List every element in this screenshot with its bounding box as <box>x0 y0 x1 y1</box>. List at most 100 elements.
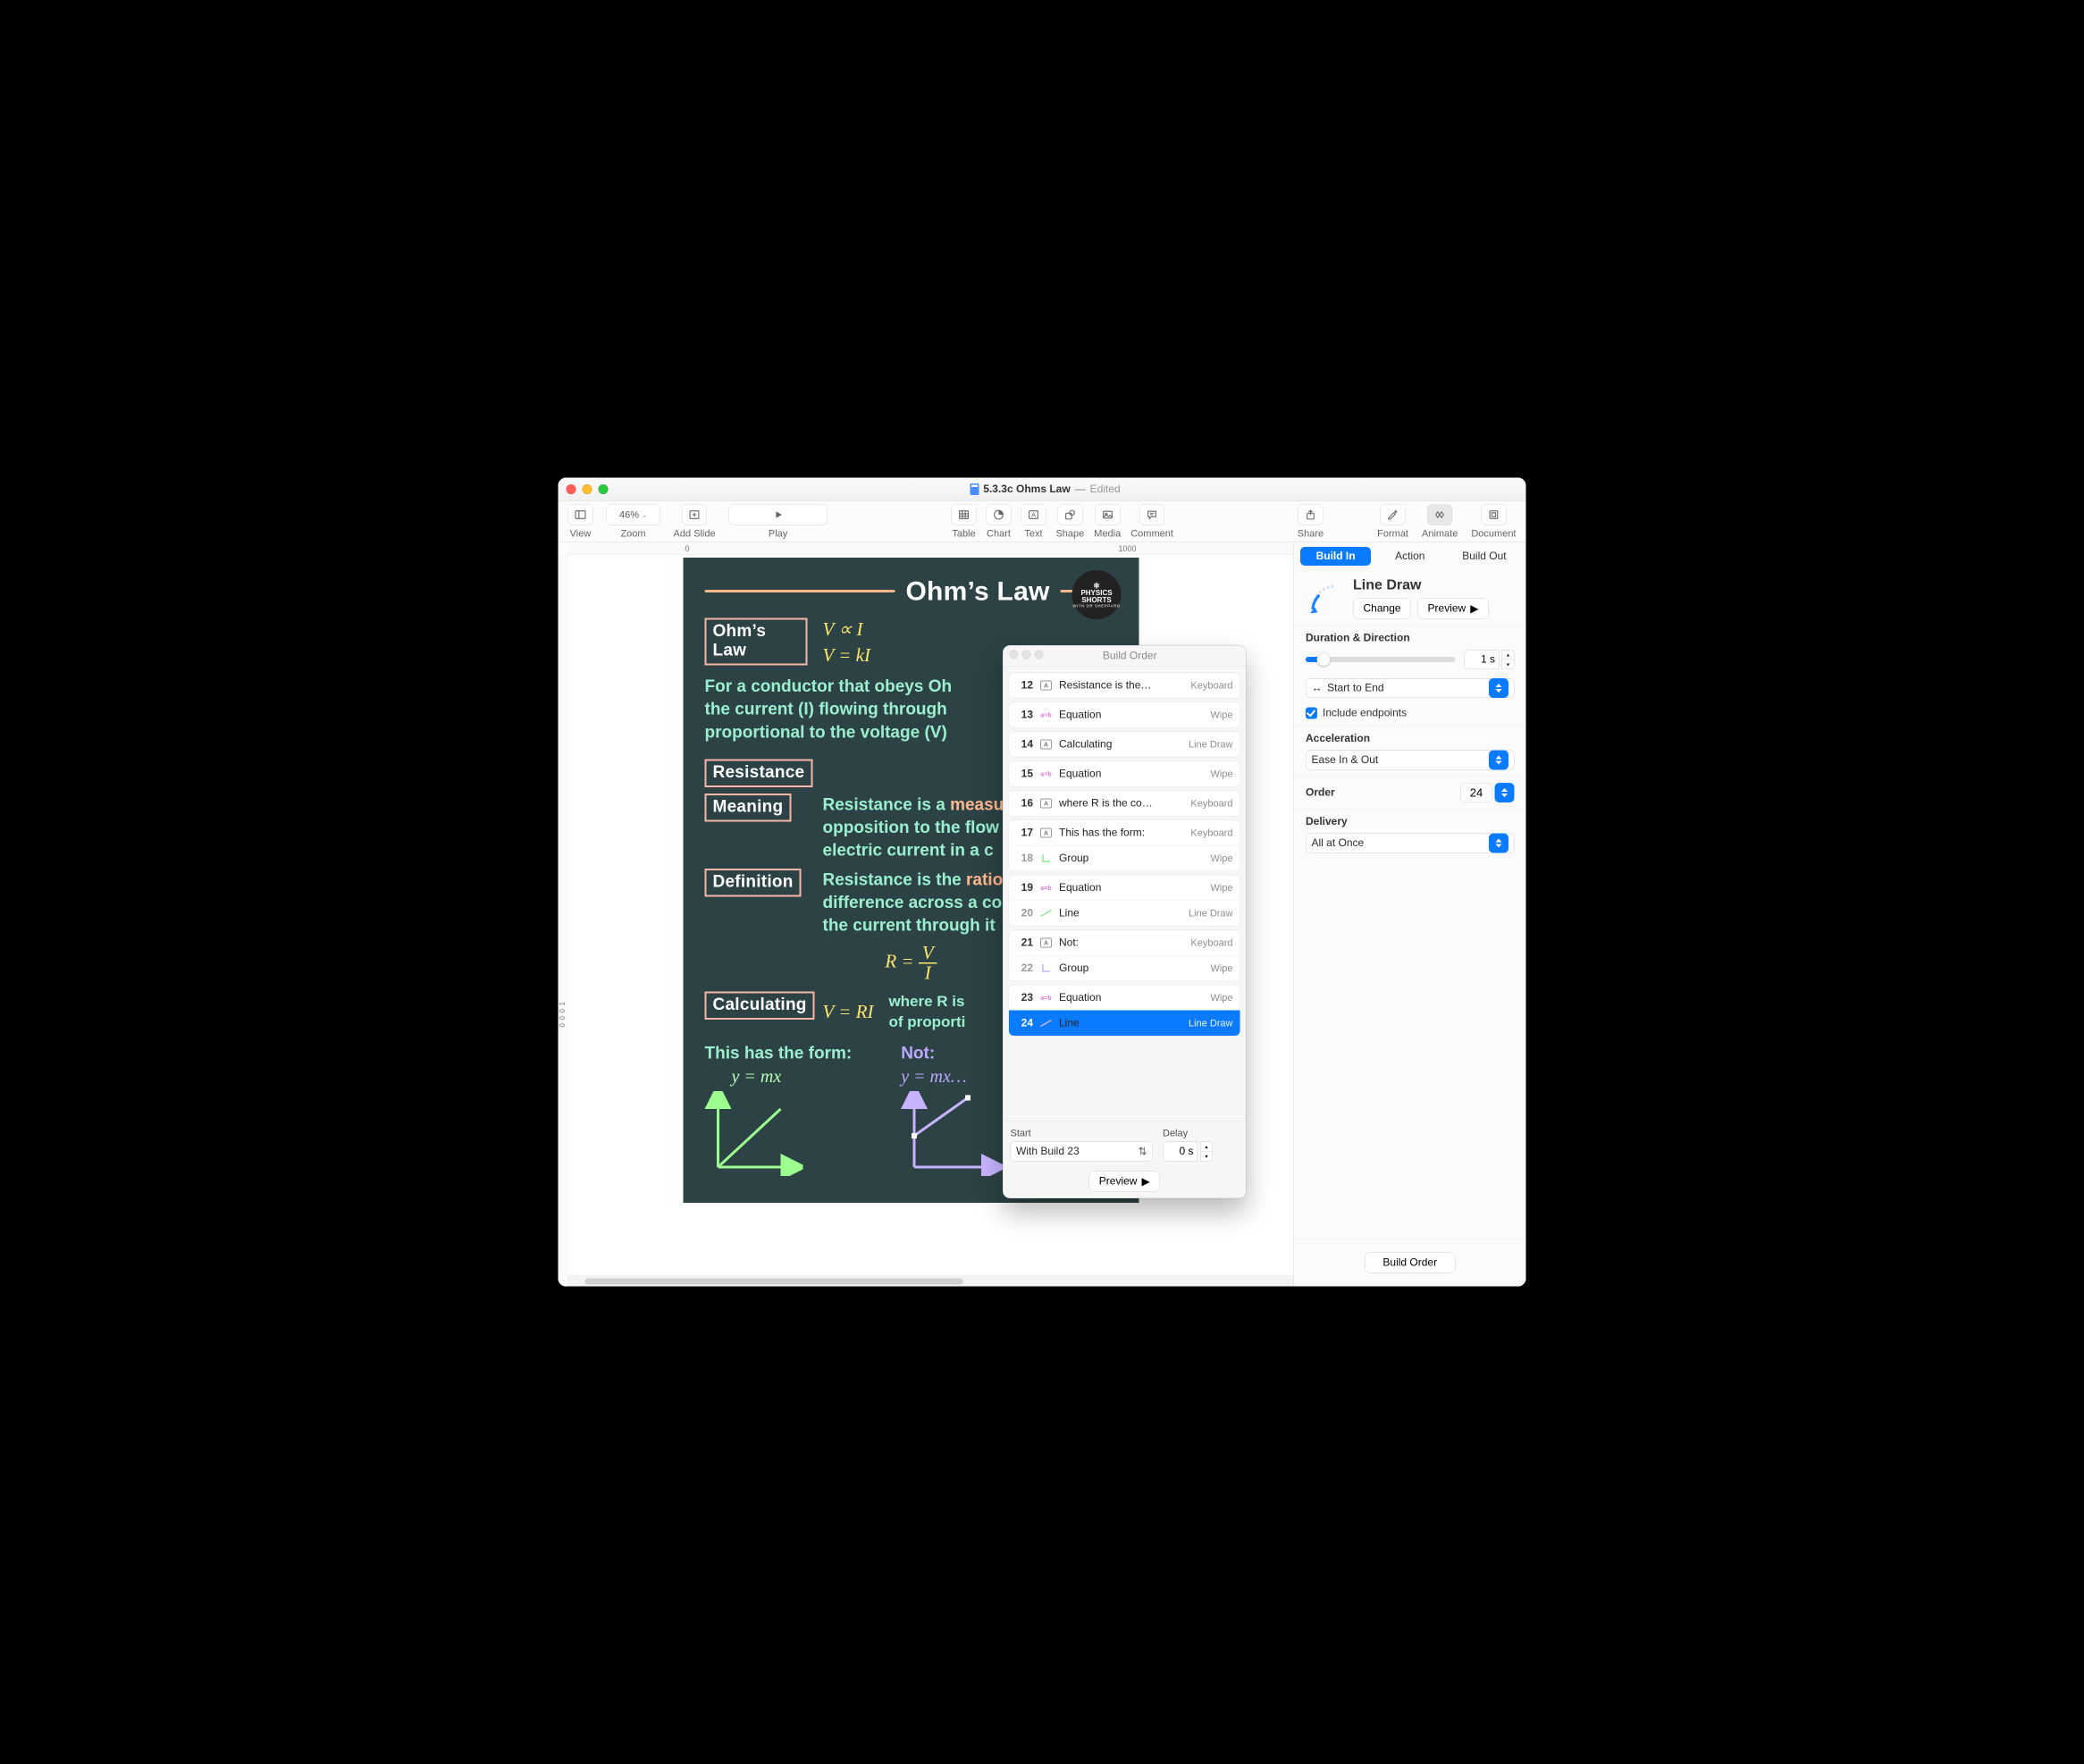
line-draw-icon <box>1306 579 1342 616</box>
build-order-row[interactable]: 16Awhere R is the co…Keyboard <box>1009 791 1240 816</box>
start-value: With Build 23 <box>1016 1146 1080 1158</box>
play-icon: ▶ <box>1470 602 1478 616</box>
play-button[interactable] <box>729 505 828 525</box>
order-input[interactable] <box>1461 783 1515 802</box>
order-stepper[interactable] <box>1495 783 1515 802</box>
build-order-row[interactable]: 12AResistance is the…Keyboard <box>1009 673 1240 698</box>
maximize-window-button[interactable] <box>599 484 609 494</box>
equation-V-prop-I: V ∝ I <box>823 618 870 641</box>
build-name: Resistance is the… <box>1059 679 1184 692</box>
panel-window-controls[interactable] <box>1010 650 1047 662</box>
label-meaning: Meaning <box>705 794 792 822</box>
build-order-row[interactable]: 22GroupWipe <box>1009 955 1240 981</box>
close-window-button[interactable] <box>567 484 576 494</box>
chevron-updown-icon: ⇅ <box>1138 1145 1147 1158</box>
build-number: 18 <box>1016 853 1033 865</box>
build-order-row[interactable]: 13a=bEquationWipe <box>1009 702 1240 727</box>
build-icon: a=b <box>1039 769 1053 779</box>
build-icon: A <box>1039 827 1053 838</box>
direction-select[interactable]: ↔ Start to End <box>1306 678 1515 698</box>
horizontal-scrollbar[interactable] <box>567 1276 1294 1287</box>
comment-label: Comment <box>1130 528 1173 540</box>
acceleration-select[interactable]: Ease In & Out <box>1306 751 1515 770</box>
delivery-select[interactable]: All at Once <box>1306 834 1515 853</box>
share-button[interactable] <box>1298 505 1323 525</box>
format-button[interactable] <box>1381 505 1406 525</box>
build-order-group: 15a=bEquationWipe <box>1009 761 1241 787</box>
preview-effect-button[interactable]: Preview ▶ <box>1417 599 1489 619</box>
build-order-row[interactable]: 19a=bEquationWipe <box>1009 876 1240 901</box>
build-order-row[interactable]: 24LineLine Draw <box>1009 1011 1240 1037</box>
delay-value[interactable] <box>1163 1142 1197 1162</box>
build-name: where R is the co… <box>1059 797 1184 810</box>
document-status: Edited <box>1090 483 1121 495</box>
build-icon: A <box>1039 680 1053 691</box>
build-order-row[interactable]: 23a=bEquationWipe <box>1009 986 1240 1011</box>
build-order-row[interactable]: 20LineLine Draw <box>1009 901 1240 927</box>
delay-stepper[interactable]: ▴▾ <box>1200 1142 1213 1162</box>
build-order-button[interactable]: Build Order <box>1365 1253 1456 1273</box>
build-order-list[interactable]: 12AResistance is the…Keyboard13a=bEquati… <box>1004 667 1247 1121</box>
build-number: 13 <box>1016 709 1033 721</box>
ruler-vertical: 1 0 0 0 <box>559 555 567 1276</box>
build-name: Equation <box>1059 992 1204 1004</box>
build-order-row[interactable]: 21ANot:Keyboard <box>1009 930 1240 955</box>
tab-build-in[interactable]: Build In <box>1300 547 1371 566</box>
equation-R-V-I: R = VI <box>885 944 937 983</box>
equation-V-kI: V = kI <box>823 645 870 667</box>
add-slide-button[interactable] <box>682 505 707 525</box>
direction-value: Start to End <box>1327 682 1383 694</box>
duration-direction-label: Duration & Direction <box>1306 632 1515 644</box>
equation-icon: a=b <box>1040 885 1051 892</box>
build-order-row[interactable]: 17AThis has the form:Keyboard <box>1009 820 1240 845</box>
duration-slider[interactable] <box>1306 657 1456 662</box>
build-order-panel[interactable]: Build Order 12AResistance is the…Keyboar… <box>1003 645 1247 1198</box>
include-endpoints-checkbox[interactable]: Include endpoints <box>1306 707 1515 719</box>
this-has-form-label: This has the form: <box>705 1044 853 1063</box>
delivery-value: All at Once <box>1312 837 1365 850</box>
change-effect-button[interactable]: Change <box>1353 599 1411 619</box>
media-button[interactable] <box>1095 505 1120 525</box>
delay-input[interactable]: ▴▾ <box>1163 1142 1239 1162</box>
build-order-row[interactable]: 18GroupWipe <box>1009 845 1240 871</box>
build-name: Group <box>1059 853 1204 865</box>
text-object-icon: A <box>1040 681 1052 691</box>
table-button[interactable] <box>951 505 976 525</box>
view-button[interactable] <box>568 505 593 525</box>
format-label: Format <box>1377 528 1408 540</box>
ruler-mark: 1 <box>559 1002 567 1005</box>
include-endpoints-label: Include endpoints <box>1323 707 1407 719</box>
document-button[interactable] <box>1481 505 1506 525</box>
zoom-button[interactable]: 46% ⌄ <box>607 505 660 525</box>
build-number: 17 <box>1016 827 1033 839</box>
build-effect: Wipe <box>1210 710 1232 721</box>
duration-input[interactable]: ▴▾ <box>1465 650 1515 669</box>
build-effect: Wipe <box>1210 992 1232 1004</box>
select-stepper-icon <box>1489 751 1508 770</box>
minimize-window-button[interactable] <box>583 484 592 494</box>
duration-value[interactable] <box>1465 650 1500 669</box>
start-select[interactable]: With Build 23 ⇅ <box>1011 1142 1154 1162</box>
ruler-horizontal: 0 1000 <box>567 542 1294 555</box>
chevron-down-icon: ⌄ <box>642 511 647 519</box>
text-button[interactable]: A <box>1021 505 1046 525</box>
tab-action[interactable]: Action <box>1374 547 1445 566</box>
build-order-row[interactable]: 15a=bEquationWipe <box>1009 761 1240 786</box>
build-order-preview-button[interactable]: Preview ▶ <box>1088 1172 1160 1192</box>
shape-button[interactable] <box>1057 505 1082 525</box>
duration-stepper[interactable]: ▴▾ <box>1502 650 1515 669</box>
ruler-mark: 0 <box>559 1016 567 1020</box>
ruler-mark: 0 <box>559 1009 567 1012</box>
build-order-row[interactable]: 14ACalculatingLine Draw <box>1009 732 1240 757</box>
tab-build-out[interactable]: Build Out <box>1449 547 1519 566</box>
build-name: Not: <box>1059 937 1184 949</box>
axes-icon <box>1041 853 1051 863</box>
animate-button[interactable] <box>1427 505 1452 525</box>
build-order-titlebar[interactable]: Build Order <box>1004 646 1247 667</box>
axes-icon <box>1041 963 1051 973</box>
play-icon: ▶ <box>1141 1175 1149 1189</box>
chart-button[interactable] <box>986 505 1011 525</box>
comment-button[interactable] <box>1139 505 1164 525</box>
window-title: 5.3.3c Ohms Law — Edited <box>614 483 1477 495</box>
order-value[interactable] <box>1461 783 1492 802</box>
